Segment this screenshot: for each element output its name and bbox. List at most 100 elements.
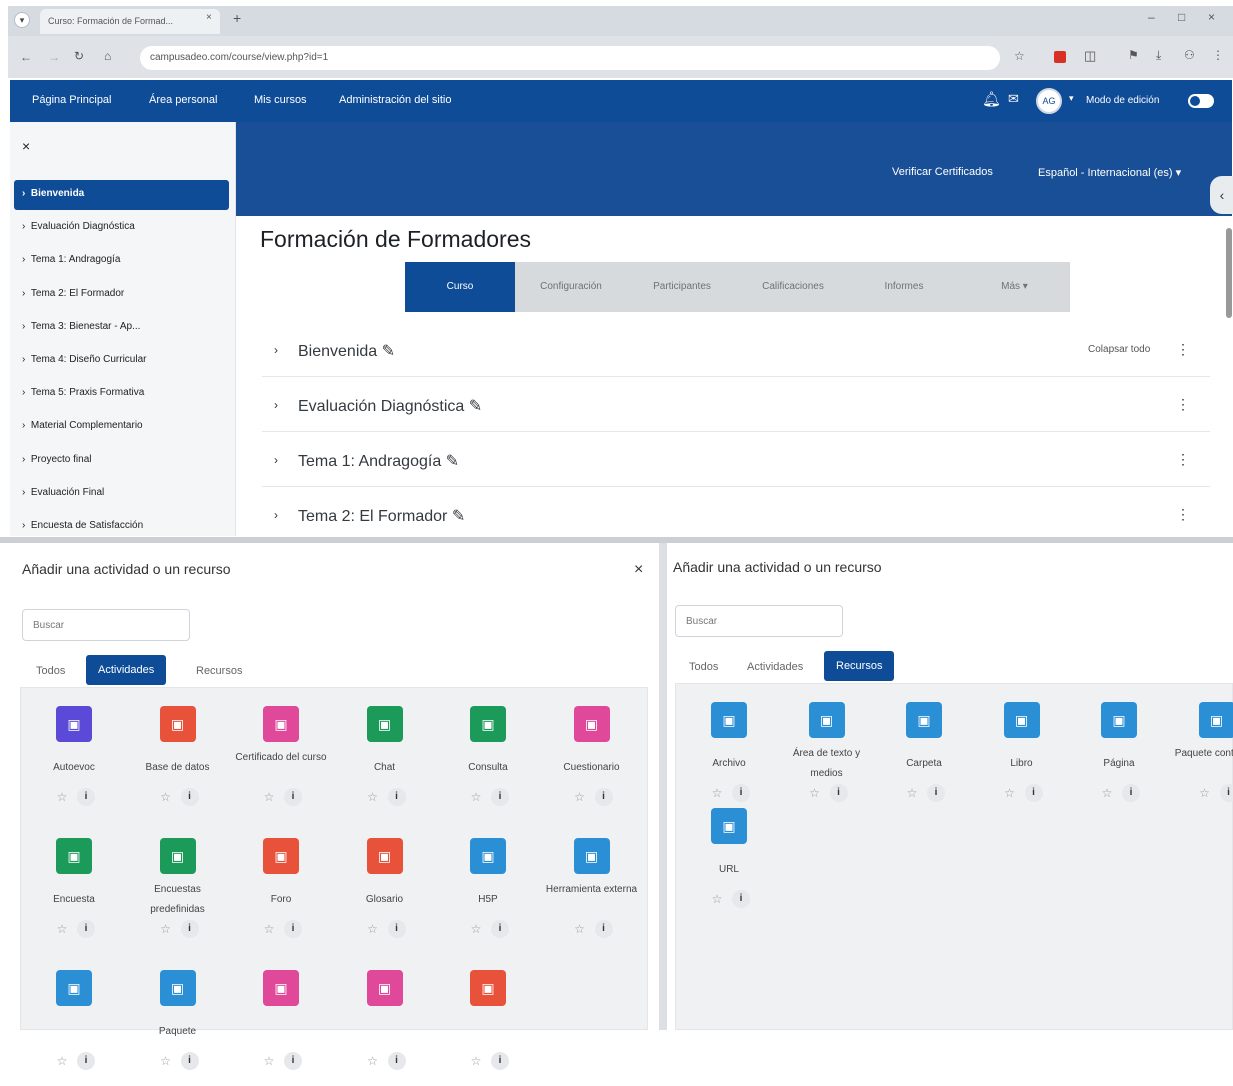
course-section[interactable]: ›Tema 2: El Formador ✎⋮ — [262, 488, 1210, 542]
star-icon[interactable]: ☆ — [806, 784, 824, 802]
activity-card[interactable]: ▣Autoevoc☆i — [23, 692, 125, 822]
maximize-button[interactable]: □ — [1178, 10, 1185, 24]
drawer-item[interactable]: › Tema 5: Praxis Formativa — [22, 387, 144, 398]
info-icon[interactable]: i — [284, 1052, 302, 1070]
activity-card[interactable]: ▣Carpeta☆i — [873, 688, 975, 818]
activity-card[interactable]: ▣☆i — [334, 956, 436, 1086]
panel-splitter[interactable] — [659, 543, 667, 1030]
section-menu-kebab-icon[interactable]: ⋮ — [1176, 396, 1190, 413]
activity-card[interactable]: ▣Libro☆i — [971, 688, 1073, 818]
info-icon[interactable]: i — [77, 920, 95, 938]
chevron-right-icon[interactable]: › — [274, 398, 278, 412]
drawer-item[interactable]: › Tema 2: El Formador — [22, 288, 124, 299]
activity-card[interactable]: ▣Herramienta externa☆i — [541, 824, 643, 954]
star-icon[interactable]: ☆ — [53, 1052, 71, 1070]
activity-card[interactable]: ▣Base de datos☆i — [127, 692, 229, 822]
info-icon[interactable]: i — [830, 784, 848, 802]
right-tab-all[interactable]: Todos — [679, 655, 728, 679]
activity-card[interactable]: ▣☆i — [230, 956, 332, 1086]
right-search-input[interactable]: Buscar — [675, 605, 843, 637]
info-icon[interactable]: i — [181, 788, 199, 806]
star-icon[interactable]: ☆ — [157, 788, 175, 806]
course-section[interactable]: ›Bienvenida ✎⋮ — [262, 323, 1210, 377]
star-icon[interactable]: ☆ — [1098, 784, 1116, 802]
extension-icon[interactable] — [1054, 51, 1066, 63]
minimize-button[interactable]: – — [1148, 10, 1155, 24]
tab-course[interactable]: Curso — [405, 262, 515, 312]
collapse-right-drawer-icon[interactable]: ‹ — [1210, 176, 1233, 214]
section-menu-kebab-icon[interactable]: ⋮ — [1176, 341, 1190, 358]
drawer-item[interactable]: › Tema 1: Andragogía — [22, 254, 120, 265]
star-icon[interactable]: ☆ — [53, 920, 71, 938]
activity-card[interactable]: ▣Cuestionario☆i — [541, 692, 643, 822]
user-menu-chevron-icon[interactable]: ▾ — [1069, 93, 1074, 104]
section-menu-kebab-icon[interactable]: ⋮ — [1176, 506, 1190, 523]
star-icon[interactable]: ☆ — [467, 920, 485, 938]
info-icon[interactable]: i — [595, 920, 613, 938]
activity-card[interactable]: ▣Área de texto y medios☆i — [776, 688, 878, 818]
nav-mycourses-link[interactable]: Mis cursos — [254, 94, 307, 106]
activity-card[interactable]: ▣Consulta☆i — [437, 692, 539, 822]
left-tab-resources[interactable]: Recursos — [186, 659, 252, 683]
pencil-icon[interactable]: ✎ — [446, 453, 459, 470]
info-icon[interactable]: i — [388, 920, 406, 938]
star-icon[interactable]: ☆ — [903, 784, 921, 802]
activity-card[interactable]: ▣Certificado del curso☆i — [230, 692, 332, 822]
info-icon[interactable]: i — [927, 784, 945, 802]
close-drawer-icon[interactable]: × — [22, 138, 30, 154]
chevron-right-icon[interactable]: › — [274, 453, 278, 467]
chevron-right-icon[interactable]: › — [274, 508, 278, 522]
pencil-icon[interactable]: ✎ — [382, 343, 395, 360]
star-icon[interactable]: ☆ — [1196, 784, 1214, 802]
nav-home-link[interactable]: Página Principal — [32, 94, 112, 106]
language-selector[interactable]: Español - Internacional (es) ▾ — [1038, 166, 1181, 179]
home-icon[interactable]: ⌂ — [104, 49, 111, 63]
activity-card[interactable]: ▣Glosario☆i — [334, 824, 436, 954]
course-section[interactable]: ›Evaluación Diagnóstica ✎⋮ — [262, 378, 1210, 432]
messages-icon[interactable]: ✉ — [1008, 91, 1019, 107]
page-scrollbar[interactable] — [1226, 228, 1232, 318]
info-icon[interactable]: i — [1122, 784, 1140, 802]
star-icon[interactable]: ☆ — [708, 890, 726, 908]
info-icon[interactable]: i — [284, 788, 302, 806]
star-icon[interactable]: ☆ — [157, 1052, 175, 1070]
tab-list-icon[interactable]: ▾ — [14, 12, 30, 28]
chevron-right-icon[interactable]: › — [274, 343, 278, 357]
info-icon[interactable]: i — [1025, 784, 1043, 802]
right-tab-resources[interactable]: Recursos — [824, 651, 894, 681]
nav-dashboard-link[interactable]: Área personal — [149, 94, 218, 106]
activity-card[interactable]: ▣☆i — [23, 956, 125, 1086]
right-tab-activities[interactable]: Actividades — [737, 655, 813, 679]
star-icon[interactable]: ☆ — [260, 1052, 278, 1070]
info-icon[interactable]: i — [181, 920, 199, 938]
info-icon[interactable]: i — [181, 1052, 199, 1070]
left-tab-all[interactable]: Todos — [26, 659, 75, 683]
star-icon[interactable]: ☆ — [364, 920, 382, 938]
drawer-item[interactable]: › Evaluación Diagnóstica — [22, 221, 135, 232]
info-icon[interactable]: i — [491, 788, 509, 806]
star-icon[interactable]: ☆ — [53, 788, 71, 806]
star-icon[interactable]: ☆ — [571, 920, 589, 938]
info-icon[interactable]: i — [388, 788, 406, 806]
info-icon[interactable]: i — [388, 1052, 406, 1070]
course-section[interactable]: ›Tema 1: Andragogía ✎⋮ — [262, 433, 1210, 487]
drawer-item[interactable]: › Evaluación Final — [22, 487, 104, 498]
menu-kebab-icon[interactable]: ⋮ — [1212, 48, 1224, 62]
left-tab-activities[interactable]: Actividades — [86, 655, 166, 685]
pencil-icon[interactable]: ✎ — [452, 508, 465, 525]
star-icon[interactable]: ☆ — [364, 788, 382, 806]
star-icon[interactable]: ☆ — [1001, 784, 1019, 802]
activity-card[interactable]: ▣Chat☆i — [334, 692, 436, 822]
edit-mode-toggle[interactable] — [1188, 94, 1214, 108]
star-icon[interactable]: ☆ — [260, 920, 278, 938]
activity-card[interactable]: ▣Encuestas predefinidas☆i — [127, 824, 229, 954]
left-panel-close-icon[interactable]: × — [634, 561, 643, 579]
star-icon[interactable]: ☆ — [467, 788, 485, 806]
tab-grades[interactable]: Calificaciones — [737, 262, 849, 312]
browser-tab[interactable]: Curso: Formación de Formad... — [40, 9, 220, 34]
activity-card[interactable]: ▣Encuesta☆i — [23, 824, 125, 954]
info-icon[interactable]: i — [1220, 784, 1233, 802]
nav-admin-link[interactable]: Administración del sitio — [339, 94, 452, 106]
activity-card[interactable]: ▣Paquete☆i — [127, 956, 229, 1086]
tab-settings[interactable]: Configuración — [515, 262, 627, 312]
